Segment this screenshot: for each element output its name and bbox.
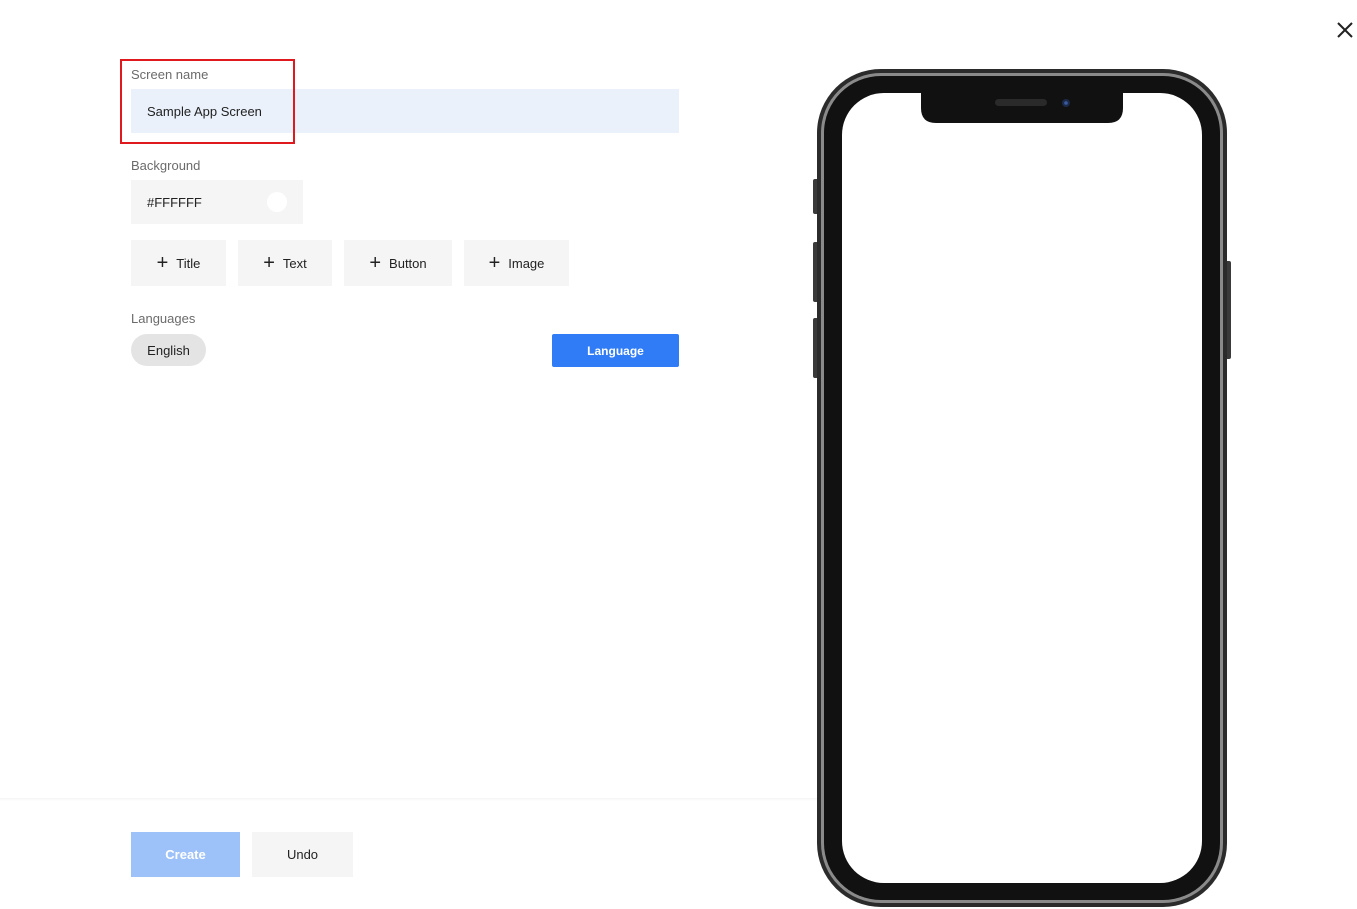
- add-image-button[interactable]: + Image: [464, 240, 569, 286]
- add-text-button[interactable]: + Text: [238, 240, 332, 286]
- add-title-label: Title: [176, 255, 201, 271]
- add-button-button[interactable]: + Button: [344, 240, 452, 286]
- phone-preview: [813, 66, 1231, 909]
- close-icon: [1337, 22, 1353, 38]
- background-color-field[interactable]: #FFFFFF: [131, 180, 303, 224]
- phone-frame-icon: [813, 69, 1231, 907]
- add-image-label: Image: [508, 255, 545, 271]
- add-text-label: Text: [282, 255, 307, 271]
- create-screen-dialog: Screen name Background #FFFFFF + Title +…: [0, 0, 1357, 909]
- undo-button[interactable]: Undo: [252, 832, 353, 877]
- screen-name-label: Screen name: [131, 67, 209, 82]
- background-label: Background: [131, 158, 201, 173]
- close-button[interactable]: [1333, 18, 1357, 42]
- language-chip-english[interactable]: English: [131, 334, 206, 366]
- add-title-button[interactable]: + Title: [131, 240, 226, 286]
- plus-icon: +: [263, 252, 275, 274]
- add-language-button[interactable]: Language: [552, 334, 679, 367]
- background-color-value: #FFFFFF: [147, 194, 202, 210]
- plus-icon: +: [369, 252, 382, 274]
- languages-label: Languages: [131, 311, 196, 326]
- footer-divider: [0, 798, 818, 801]
- create-button[interactable]: Create: [131, 832, 240, 877]
- add-button-label: Button: [389, 255, 427, 271]
- screen-name-input[interactable]: [131, 89, 679, 133]
- plus-icon: +: [156, 252, 169, 274]
- plus-icon: +: [488, 252, 501, 274]
- color-swatch[interactable]: [267, 192, 287, 212]
